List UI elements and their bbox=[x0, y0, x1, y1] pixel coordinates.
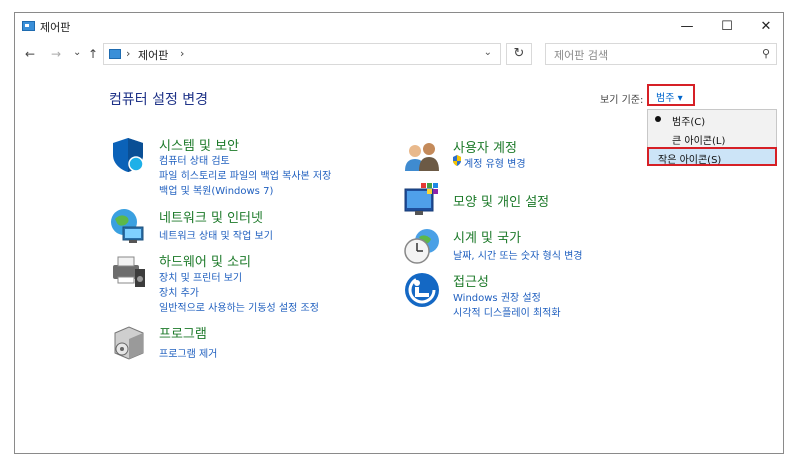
category-title[interactable]: 모양 및 개인 설정 bbox=[453, 191, 549, 210]
maximize-button[interactable]: ☐ bbox=[712, 16, 742, 38]
link-backup-restore[interactable]: 백업 및 복원(Windows 7) bbox=[159, 182, 273, 197]
menu-item-large-icons[interactable]: 큰 아이콘(L) bbox=[672, 132, 725, 147]
link-review-status[interactable]: 컴퓨터 상태 검토 bbox=[159, 152, 230, 167]
globe-network-icon[interactable] bbox=[109, 207, 147, 245]
monitor-palette-icon[interactable] bbox=[403, 181, 441, 219]
control-panel-icon bbox=[109, 49, 121, 59]
page-title: 컴퓨터 설정 변경 bbox=[109, 92, 209, 108]
window-title: 제어판 bbox=[40, 21, 71, 34]
back-icon[interactable]: ← bbox=[25, 47, 35, 61]
link-change-account-type[interactable]: 계정 유형 변경 bbox=[464, 155, 526, 170]
selected-bullet-icon bbox=[655, 116, 661, 122]
category-title[interactable]: 사용자 계정 bbox=[453, 137, 517, 156]
printer-speaker-icon[interactable] bbox=[109, 251, 147, 289]
users-icon[interactable] bbox=[403, 137, 441, 175]
menu-item-small-icons[interactable]: 작은 아이콘(S) bbox=[647, 147, 777, 166]
program-box-icon[interactable] bbox=[109, 323, 147, 361]
menu-item-small-icons-label[interactable]: 작은 아이콘(S) bbox=[658, 151, 721, 166]
minimize-button[interactable]: — bbox=[672, 16, 702, 38]
view-by-dropdown[interactable]: 범주 ▾ bbox=[647, 84, 695, 106]
category-title[interactable]: 시계 및 국가 bbox=[453, 227, 521, 246]
menu-item-category[interactable]: 범주(C) bbox=[672, 113, 705, 128]
accessibility-icon[interactable] bbox=[403, 271, 441, 309]
address-row: ← → ⌄ ↑ › 제어판 › ⌄ ↻ ⚲ bbox=[15, 41, 783, 69]
link-file-history[interactable]: 파일 히스토리로 파일의 백업 복사본 저장 bbox=[159, 167, 331, 182]
breadcrumb-control-panel[interactable]: 제어판 bbox=[138, 47, 168, 63]
chevron-right-icon[interactable]: › bbox=[180, 47, 184, 60]
close-button[interactable]: ✕ bbox=[751, 16, 781, 38]
title-bar: 제어판 — ☐ ✕ bbox=[15, 13, 783, 41]
uac-shield-icon bbox=[452, 155, 462, 166]
link-optimize-display[interactable]: 시각적 디스플레이 최적화 bbox=[453, 304, 561, 319]
category-title[interactable]: 프로그램 bbox=[159, 323, 207, 342]
link-add-device[interactable]: 장치 추가 bbox=[159, 284, 199, 299]
link-devices-printers[interactable]: 장치 및 프린터 보기 bbox=[159, 269, 242, 284]
up-icon[interactable]: ↑ bbox=[88, 47, 98, 61]
forward-icon[interactable]: → bbox=[51, 47, 61, 61]
link-date-time-format[interactable]: 날짜, 시간 또는 숫자 형식 변경 bbox=[453, 247, 582, 262]
chevron-down-icon[interactable]: ⌄ bbox=[484, 47, 492, 58]
view-by-value[interactable]: 범주 ▾ bbox=[656, 89, 683, 104]
search-box[interactable]: ⚲ bbox=[545, 43, 777, 65]
search-icon[interactable]: ⚲ bbox=[762, 47, 770, 60]
control-panel-window: 제어판 — ☐ ✕ ← → ⌄ ↑ › 제어판 › ⌄ ↻ ⚲ 컴퓨터 설정 변… bbox=[14, 12, 784, 454]
chevron-right-icon[interactable]: › bbox=[126, 47, 130, 60]
shield-icon[interactable] bbox=[109, 135, 147, 173]
category-title[interactable]: 네트워크 및 인터넷 bbox=[159, 207, 263, 226]
category-title[interactable]: 하드웨어 및 소리 bbox=[159, 251, 251, 270]
recent-locations-icon[interactable]: ⌄ bbox=[73, 47, 81, 58]
address-bar[interactable]: › 제어판 › ⌄ bbox=[103, 43, 501, 65]
link-mobility-settings[interactable]: 일반적으로 사용하는 기동성 설정 조정 bbox=[159, 299, 319, 314]
refresh-button[interactable]: ↻ bbox=[506, 43, 532, 65]
clock-globe-icon[interactable] bbox=[403, 227, 441, 265]
category-title[interactable]: 접근성 bbox=[453, 271, 489, 290]
control-panel-icon bbox=[22, 21, 35, 31]
view-by-menu: 범주(C) 큰 아이콘(L) 작은 아이콘(S) bbox=[647, 109, 777, 166]
link-uninstall-program[interactable]: 프로그램 제거 bbox=[159, 345, 217, 360]
search-input[interactable] bbox=[552, 46, 746, 64]
link-network-status[interactable]: 네트워크 상태 및 작업 보기 bbox=[159, 227, 273, 242]
view-by-label: 보기 기준: bbox=[600, 95, 644, 106]
link-recommended-settings[interactable]: Windows 권장 설정 bbox=[453, 289, 541, 304]
